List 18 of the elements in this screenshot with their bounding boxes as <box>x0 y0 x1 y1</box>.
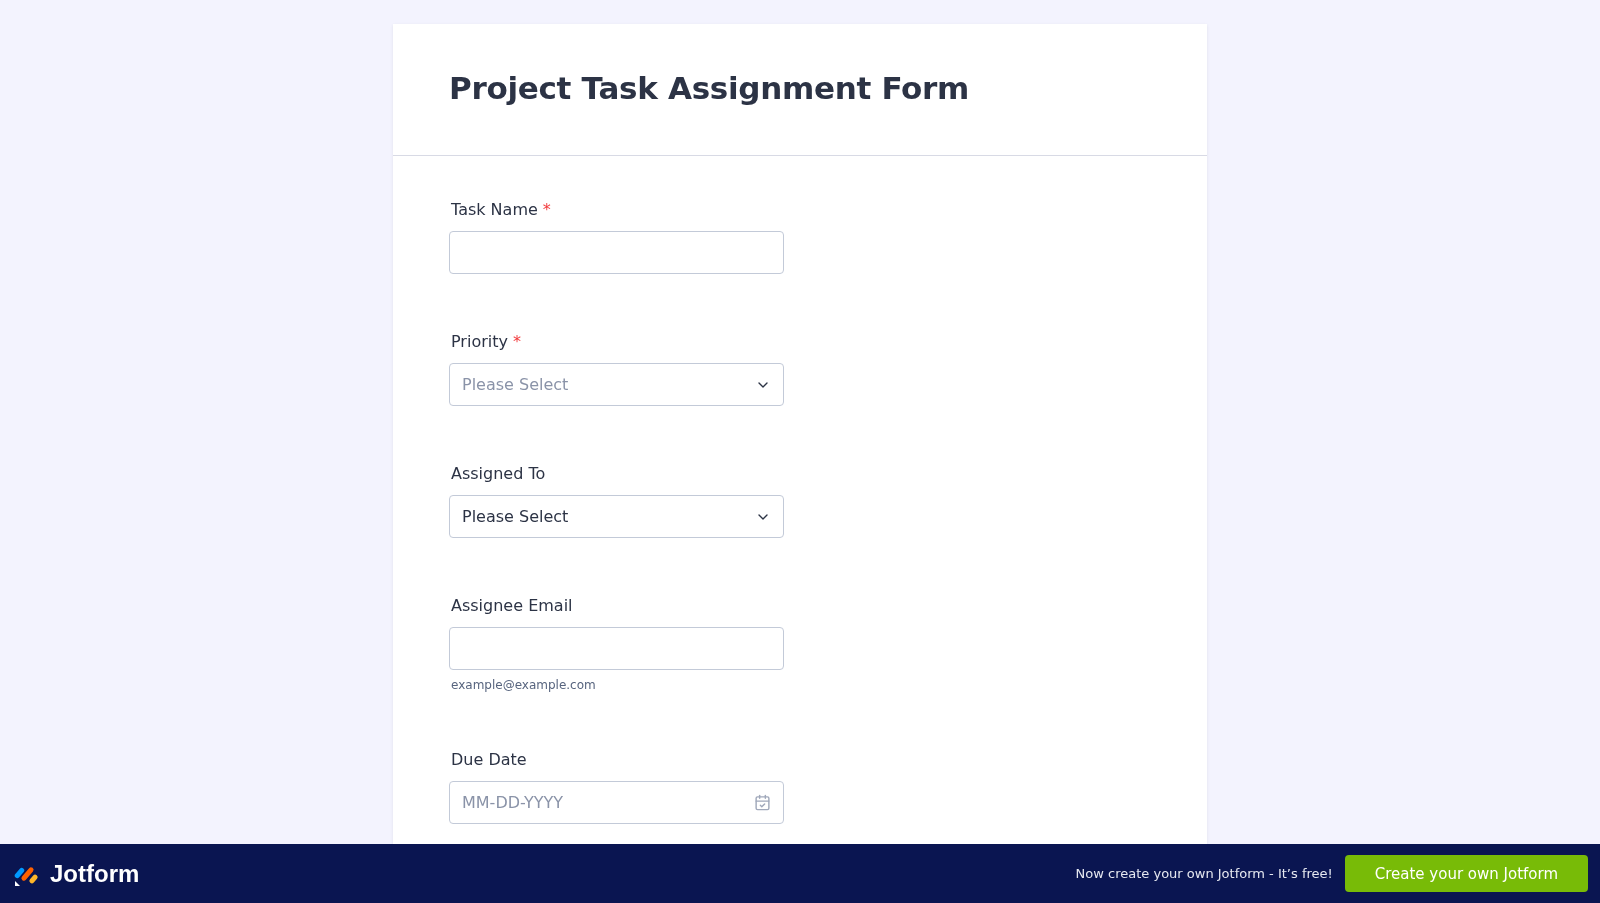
required-mark: * <box>512 332 521 351</box>
field-hint: example@example.com <box>451 678 597 692</box>
select-field[interactable]: Please Select <box>449 363 784 406</box>
field-label: Assigned To <box>451 464 546 483</box>
input-field[interactable] <box>449 627 784 670</box>
field-label: Task Name <box>451 200 538 219</box>
footer-tagline: Now create your own Jotform - It’s free! <box>1075 866 1333 881</box>
field-label: Assignee Email <box>451 596 573 615</box>
input-field[interactable] <box>449 231 784 274</box>
create-form-button[interactable]: Create your own Jotform <box>1344 855 1588 892</box>
select-field[interactable]: Please Select <box>449 495 784 538</box>
field-label: Due Date <box>451 750 527 769</box>
brand-name: Jotform <box>50 859 140 888</box>
required-mark: * <box>542 200 551 219</box>
date-field[interactable]: MM-DD-YYYY <box>449 781 784 824</box>
field-label: Priority <box>451 332 508 351</box>
calendar-icon <box>754 794 771 811</box>
form-title: Project Task Assignment Form <box>449 70 971 106</box>
